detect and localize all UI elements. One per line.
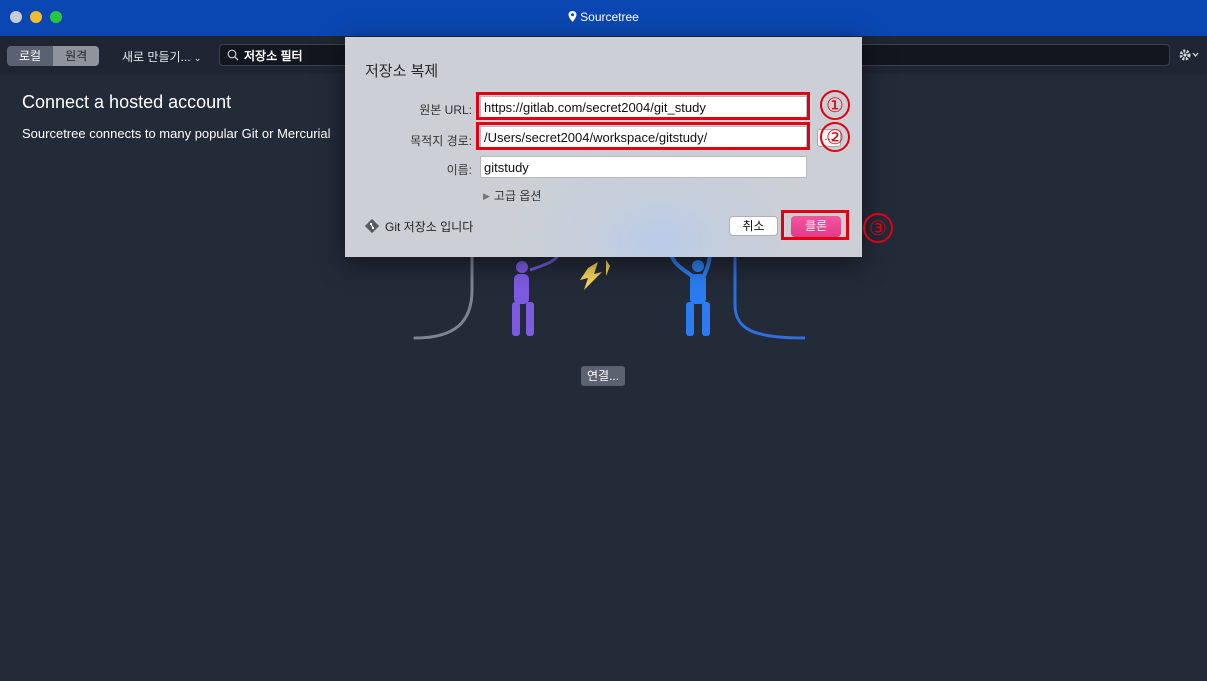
window-title: Sourcetree [580, 10, 639, 24]
annotation-step-2: ② [820, 122, 850, 152]
advanced-options-toggle[interactable]: ▶ 고급 옵션 [483, 187, 541, 204]
page-heading: Connect a hosted account [22, 92, 232, 112]
git-icon [365, 219, 379, 233]
advanced-options-label: 고급 옵션 [493, 189, 542, 203]
page-subtext: Sourcetree connects to many popular Git … [22, 126, 331, 141]
connect-button[interactable]: 연결... [581, 366, 626, 386]
window-title-container: Sourcetree [0, 10, 1207, 24]
chevron-down-icon: ⌄ [193, 53, 202, 63]
source-url-label: 원본 URL: [419, 103, 472, 117]
annotation-step-1: ① [820, 90, 850, 120]
location-segmented-control: 로컬 원격 [7, 46, 100, 66]
annotation-box-source-url [476, 92, 810, 120]
title-bar: Sourcetree [0, 0, 1207, 36]
annotation-box-clone [781, 210, 849, 240]
hosted-account-illustration [413, 250, 806, 340]
dialog-title: 저장소 복제 [365, 63, 439, 80]
repo-status: Git 저장소 입니다 [365, 218, 473, 235]
tab-remote[interactable]: 원격 [53, 46, 100, 66]
annotation-box-destination [476, 122, 810, 150]
cancel-button[interactable]: 취소 [729, 216, 778, 236]
new-menu-label: 새로 만들기... [122, 50, 191, 64]
destination-path-label: 목적지 경로: [410, 134, 472, 148]
tab-local[interactable]: 로컬 [7, 46, 54, 66]
gear-icon[interactable] [1178, 48, 1200, 62]
name-label: 이름: [446, 163, 472, 177]
name-input[interactable] [480, 156, 807, 178]
new-menu-button[interactable]: 새로 만들기... ⌄ [122, 48, 201, 65]
disclosure-triangle-icon: ▶ [483, 191, 490, 201]
repo-status-text: Git 저장소 입니다 [385, 220, 474, 234]
annotation-step-3: ③ [863, 213, 893, 243]
location-pin-icon [568, 11, 577, 22]
search-icon [227, 49, 239, 61]
